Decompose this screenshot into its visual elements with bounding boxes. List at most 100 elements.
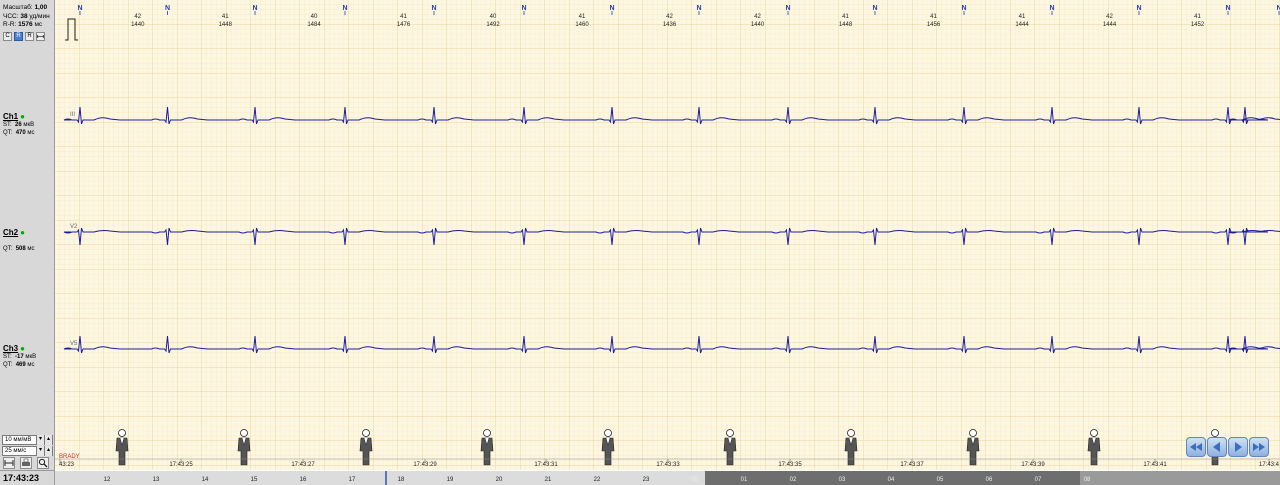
mode-c-button[interactable]: C	[3, 32, 12, 41]
ch1-st-unit: мкВ	[23, 122, 35, 128]
time-tick-label: 17:43:37	[900, 462, 924, 468]
magnifier-icon	[38, 458, 48, 468]
channel-1-info: Ch1 ● ST: 26 мкВ QT: 470 мс	[3, 112, 35, 137]
mode-rr-button[interactable]: R	[14, 32, 23, 41]
time-tick-label: 17:43:25	[169, 462, 193, 468]
ecg-chart[interactable]: N N 42 1440 N 41 1448 N 40 1484 N 41 1476 N 40 1492 N 41 1…	[55, 0, 1280, 470]
overview-range	[1080, 471, 1280, 485]
ch3-qt-unit: мс	[27, 362, 35, 368]
overview-hour-label: 22	[594, 477, 601, 483]
rr-value: 1576	[18, 21, 33, 28]
beat-label[interactable]: N	[696, 5, 701, 12]
overview-hour-label: 15	[251, 477, 258, 483]
speed-increase-icon[interactable]: ▴	[44, 446, 52, 456]
amplitude-increase-icon[interactable]: ▴	[44, 435, 52, 445]
time-tick-label: 17:43:33	[656, 462, 680, 468]
rewind-button[interactable]	[1186, 437, 1206, 457]
zoom-button[interactable]	[37, 457, 49, 469]
ruler-icon	[4, 460, 14, 466]
channel-3-title[interactable]: Ch3	[3, 344, 18, 353]
overview-hour-label: 03	[839, 477, 846, 483]
beat-hr-value: 42	[666, 14, 673, 20]
beat-label[interactable]: N	[785, 5, 790, 12]
beat-rr-value: 1448	[839, 22, 853, 28]
overview-hour-label: 20	[496, 477, 503, 483]
beat-rr-value: 1448	[219, 22, 233, 28]
hr-value: 38	[20, 13, 28, 20]
channel-2-title[interactable]: Ch2	[3, 228, 18, 237]
channel-3-status-icon: ●	[20, 344, 25, 353]
channel-1-title[interactable]: Ch1	[3, 112, 18, 121]
beat-label[interactable]: N	[521, 5, 526, 12]
ruler-button[interactable]	[3, 457, 15, 469]
beat-label[interactable]: N	[252, 5, 257, 12]
ch3-st-unit: мкВ	[25, 354, 37, 360]
play-icon	[1235, 442, 1242, 452]
beat-hr-value: 40	[490, 14, 497, 20]
play-button[interactable]	[1228, 437, 1248, 457]
ch3-st-value: -17	[15, 354, 24, 360]
overview-hour-label: 06	[986, 477, 993, 483]
beat-hr-value: 40	[311, 14, 318, 20]
fast-forward-button[interactable]	[1249, 437, 1269, 457]
overview-hour-label: 13	[153, 477, 160, 483]
overview-hour-label: 07	[1035, 477, 1042, 483]
beat-label[interactable]: N	[872, 5, 877, 12]
print-button[interactable]	[20, 457, 32, 469]
back-button[interactable]	[1207, 437, 1227, 457]
mode-rr-range-button[interactable]: R	[25, 32, 34, 41]
beat-label[interactable]: N	[1136, 5, 1141, 12]
beat-label[interactable]: N	[165, 5, 170, 12]
amplitude-select-value: 10 мм/мВ	[5, 437, 32, 443]
beat-label[interactable]: N	[1225, 5, 1230, 12]
overview-hour-label: 18	[398, 477, 405, 483]
amplitude-select[interactable]: 10 мм/мВ ▾ ▴	[2, 435, 53, 445]
speed-select-value: 25 мм/с	[5, 448, 27, 454]
scale-value: 1,00	[34, 4, 48, 11]
ch2-qt-label: QT:	[3, 246, 13, 252]
amplitude-decrease-icon[interactable]: ▾	[36, 435, 44, 445]
time-tick-label: 17:43:39	[1021, 462, 1045, 468]
time-tick-label: 17:43:4	[1259, 462, 1280, 468]
overview-hour-label: 12	[104, 477, 111, 483]
time-tick-label: 17:43:41	[1143, 462, 1167, 468]
rewind-icon	[1190, 443, 1202, 451]
beat-rr-value: 1444	[1103, 22, 1117, 28]
speed-select[interactable]: 25 мм/с ▾ ▴	[2, 446, 53, 456]
beat-label[interactable]: N	[609, 5, 614, 12]
mode-expand-button[interactable]	[36, 32, 45, 41]
beat-label[interactable]: N	[1049, 5, 1054, 12]
beat-hr-value: 41	[579, 14, 586, 20]
channel-2-info: Ch2 ● QT: 508 мс	[3, 228, 35, 253]
overview-hour-label: 14	[202, 477, 209, 483]
beat-label[interactable]: N	[431, 5, 436, 12]
print-icon	[22, 458, 30, 466]
lead-label: III	[70, 112, 75, 118]
ecg-viewer[interactable]: N N 42 1440 N 41 1448 N 40 1484 N 41 1476 N 40 1492 N 41 1…	[55, 0, 1280, 470]
ch1-qt-unit: мс	[27, 130, 35, 136]
beat-hr-value: 42	[1106, 14, 1113, 20]
overview-hour-label: 00	[692, 477, 699, 483]
time-tick-label: 17:43:31	[534, 462, 558, 468]
overview-hour-label: 21	[545, 477, 552, 483]
ch1-st-value: 26	[15, 122, 22, 128]
time-tick-label: 17:43:27	[291, 462, 315, 468]
ch1-qt-value: 470	[15, 130, 26, 136]
grid	[55, 0, 1280, 470]
play-back-icon	[1213, 442, 1220, 452]
beat-rr-value: 1476	[397, 22, 411, 28]
overview-timeline[interactable]: 12 13 14 15 16 17 18 19 20 21 22 23 00 01 02 03 04 05 06 07…	[55, 471, 1280, 485]
overview-hour-label: 08	[1084, 477, 1091, 483]
beat-label[interactable]: N	[1276, 5, 1280, 12]
overview-scrollbar[interactable]: 12 13 14 15 16 17 18 19 20 21 22 23 00 01 02 03 04 05 06 07…	[55, 471, 1280, 485]
beat-label[interactable]: N	[77, 5, 82, 12]
beat-label[interactable]: N	[961, 5, 966, 12]
beat-rr-value: 1440	[751, 22, 765, 28]
time-tick-label: 43:23	[59, 462, 75, 468]
channel-3-info: Ch3 ● ST: -17 мкВ QT: 469 мс	[3, 344, 36, 369]
ch2-qt-unit: мс	[27, 246, 35, 252]
time-tick-label: 17:43:35	[778, 462, 802, 468]
beat-label[interactable]: N	[342, 5, 347, 12]
overview-hour-label: 01	[741, 477, 748, 483]
speed-decrease-icon[interactable]: ▾	[36, 446, 44, 456]
